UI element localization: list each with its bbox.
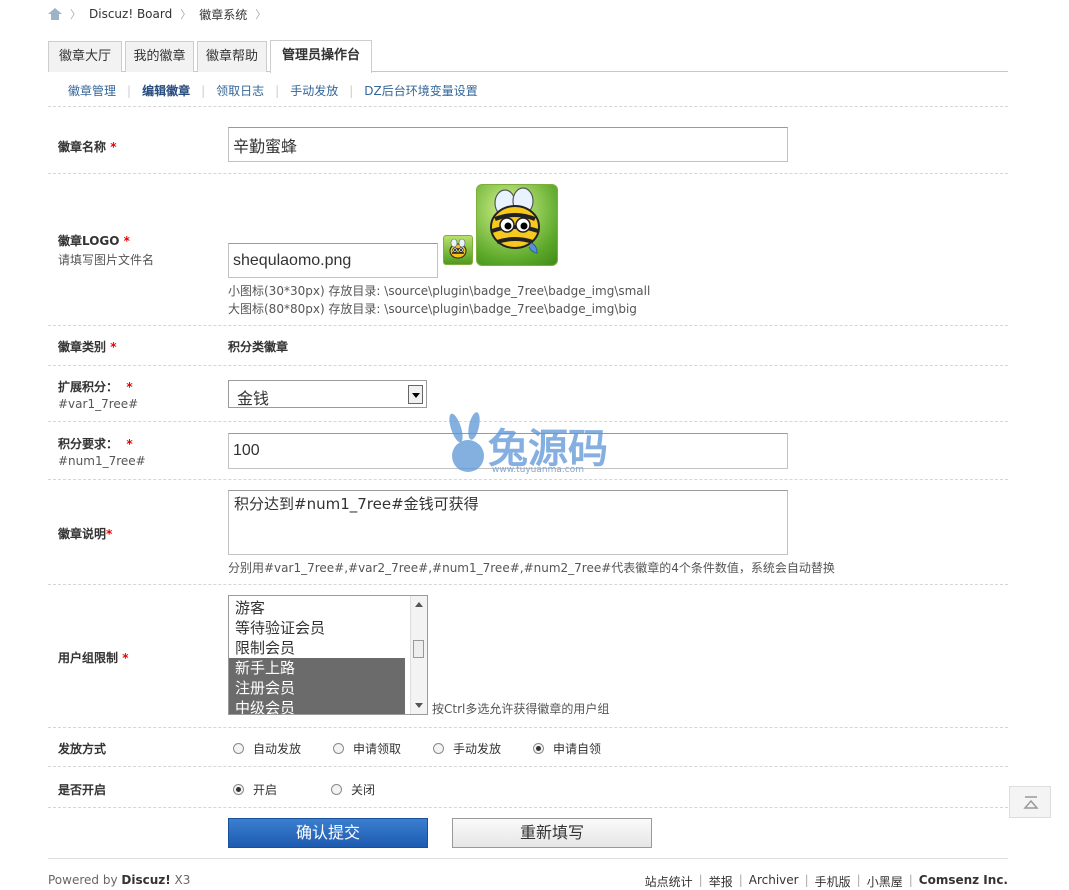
footer-link-blackroom[interactable]: 小黑屋: [867, 873, 903, 890]
badge-category-value: 积分类徽章: [228, 340, 289, 354]
ext-credit-var: #var1_7ree#: [58, 397, 139, 411]
list-item[interactable]: 游客: [229, 598, 427, 618]
divider: [48, 584, 1008, 585]
badge-category-label: 徽章类别 *: [58, 340, 117, 354]
divider: |: [201, 83, 206, 98]
list-item[interactable]: 新手上路: [229, 658, 405, 678]
ext-credit-selected: 金钱: [237, 389, 270, 408]
radio-checked-icon[interactable]: [233, 784, 244, 795]
badge-desc-note: 分别用#var1_7ree#,#var2_7ree#,#num1_7ree#,#…: [228, 561, 835, 575]
divider: [48, 365, 1008, 366]
footer-link-report[interactable]: 举报: [709, 873, 733, 890]
chevron-right-icon: 〉: [180, 8, 192, 21]
subnav-manual-issue[interactable]: 手动发放: [290, 82, 338, 99]
chevron-right-icon: 〉: [255, 8, 267, 21]
list-item[interactable]: 中级会员: [229, 698, 405, 714]
discuz-link[interactable]: Discuz!: [121, 873, 170, 887]
chevron-down-icon[interactable]: [408, 385, 423, 404]
subnav-edit-badge[interactable]: 编辑徽章: [142, 82, 190, 99]
submit-button[interactable]: 确认提交: [228, 818, 428, 848]
radio-icon[interactable]: [433, 743, 444, 754]
scrollbar[interactable]: [410, 596, 427, 714]
arrow-up-icon: [1023, 796, 1039, 809]
usergroup-note: 按Ctrl多选允许获得徽章的用户组: [432, 702, 610, 716]
list-item[interactable]: 注册会员: [229, 678, 405, 698]
watermark-url: www.tuyuanma.com: [492, 465, 584, 475]
logo-small-note: 小图标(30*30px) 存放目录: \source\plugin\badge_…: [228, 284, 651, 298]
scroll-thumb[interactable]: [413, 640, 424, 658]
badge-logo-label: 徽章LOGO *: [58, 234, 130, 248]
divider: [48, 727, 1008, 728]
scroll-up-icon[interactable]: [415, 602, 423, 607]
subnav-claim-log[interactable]: 领取日志: [216, 82, 264, 99]
issue-option-manual[interactable]: 手动发放: [433, 740, 501, 757]
badge-name-input[interactable]: [228, 127, 788, 162]
tab-admin-console[interactable]: 管理员操作台: [270, 40, 372, 73]
issue-option-auto[interactable]: 自动发放: [233, 740, 301, 757]
bee-badge-small-icon: [443, 235, 473, 265]
divider: [48, 173, 1008, 174]
tab-badge-hall[interactable]: 徽章大厅: [48, 41, 122, 72]
breadcrumb: 〉 Discuz! Board 〉 徽章系统 〉: [48, 6, 274, 22]
divider: |: [127, 83, 132, 98]
scroll-down-icon[interactable]: [415, 703, 423, 708]
divider: [48, 325, 1008, 326]
badge-name-label: 徽章名称 *: [58, 140, 117, 154]
sub-nav: 徽章管理 | 编辑徽章 | 领取日志 | 手动发放 | DZ后台环境变量设置: [68, 82, 478, 99]
footer-company[interactable]: Comsenz Inc.: [919, 873, 1008, 890]
subnav-badge-manage[interactable]: 徽章管理: [68, 82, 116, 99]
issue-option-apply[interactable]: 申请领取: [333, 740, 401, 757]
ext-credit-select[interactable]: 金钱: [228, 380, 427, 408]
radio-icon[interactable]: [233, 743, 244, 754]
footer-links: 站点统计 | 举报 | Archiver | 手机版 | 小黑屋 | Comsenz In…: [644, 873, 1008, 890]
badge-desc-label: 徽章说明*: [58, 527, 113, 541]
ext-credit-label: 扩展积分： *: [58, 380, 133, 394]
divider: [48, 766, 1008, 767]
list-item[interactable]: 等待验证会员: [229, 618, 427, 638]
tab-badge-help[interactable]: 徽章帮助: [197, 41, 267, 72]
divider: [48, 858, 1008, 859]
breadcrumb-badge-system[interactable]: 徽章系统: [199, 6, 247, 23]
credit-req-var: #num1_7ree#: [58, 454, 146, 468]
footer-link-mobile[interactable]: 手机版: [815, 873, 851, 890]
usergroup-listbox[interactable]: 游客 等待验证会员 限制会员 新手上路 注册会员 中级会员: [228, 595, 428, 715]
bee-badge-large-icon: [476, 184, 558, 266]
footer-link-stats[interactable]: 站点统计: [645, 873, 693, 890]
radio-checked-icon[interactable]: [533, 743, 544, 754]
tab-bar: 徽章大厅 我的徽章 徽章帮助 管理员操作台: [48, 40, 1008, 73]
tab-my-badges[interactable]: 我的徽章: [125, 41, 194, 72]
credit-req-label: 积分要求： *: [58, 437, 133, 451]
list-item[interactable]: 限制会员: [229, 638, 427, 658]
badge-logo-hint: 请填写图片文件名: [58, 253, 155, 267]
issue-option-self[interactable]: 申请自领: [533, 740, 601, 757]
reset-button[interactable]: 重新填写: [452, 818, 652, 848]
divider: |: [275, 83, 280, 98]
radio-icon[interactable]: [333, 743, 344, 754]
footer-link-archiver[interactable]: Archiver: [749, 873, 799, 890]
divider: |: [349, 83, 354, 98]
chevron-right-icon: 〉: [70, 8, 81, 21]
badge-desc-textarea[interactable]: 积分达到#num1_7ree#金钱可获得: [228, 490, 788, 555]
back-to-top-button[interactable]: [1009, 786, 1051, 818]
usergroup-label: 用户组限制 *: [58, 651, 129, 665]
divider: [48, 106, 1008, 107]
divider: [48, 807, 1008, 808]
logo-big-note: 大图标(80*80px) 存放目录: \source\plugin\badge_…: [228, 302, 637, 316]
subnav-env-settings[interactable]: DZ后台环境变量设置: [364, 82, 477, 99]
badge-logo-input[interactable]: [228, 243, 438, 278]
enable-on-option[interactable]: 开启: [233, 781, 277, 798]
issue-method-label: 发放方式: [58, 742, 107, 756]
home-icon[interactable]: [48, 8, 62, 20]
enable-off-option[interactable]: 关闭: [331, 781, 375, 798]
watermark-logo: 兔源码 www.tuyuanma.com: [444, 412, 629, 481]
breadcrumb-board[interactable]: Discuz! Board: [89, 7, 172, 21]
powered-by: Powered by Discuz! X3: [48, 873, 191, 887]
radio-icon[interactable]: [331, 784, 342, 795]
enable-label: 是否开启: [58, 783, 107, 797]
